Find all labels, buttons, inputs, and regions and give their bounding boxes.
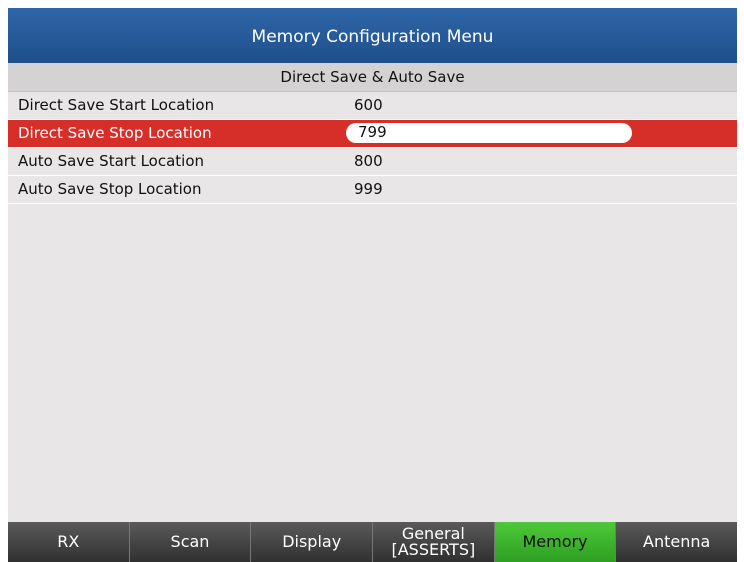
tab-memory[interactable]: Memory [494, 522, 617, 562]
setting-label: Direct Save Start Location [18, 96, 215, 114]
settings-list: Direct Save Start Location 600 Direct Sa… [8, 92, 737, 204]
setting-value: 800 [354, 152, 383, 170]
tab-scan[interactable]: Scan [129, 522, 252, 562]
tab-antenna[interactable]: Antenna [616, 522, 737, 562]
setting-value-input[interactable]: 799 [346, 123, 632, 143]
setting-row-auto-save-start[interactable]: Auto Save Start Location 800 [8, 148, 737, 176]
setting-row-direct-save-start[interactable]: Direct Save Start Location 600 [8, 92, 737, 120]
tab-general-labels: General [ASSERTS] [391, 526, 475, 558]
setting-row-auto-save-stop[interactable]: Auto Save Stop Location 999 [8, 176, 737, 204]
tab-rx[interactable]: RX [8, 522, 130, 562]
setting-label: Auto Save Stop Location [18, 180, 202, 198]
setting-label: Auto Save Start Location [18, 152, 205, 170]
section-header: Direct Save & Auto Save [8, 63, 737, 92]
tab-bar: RX Scan Display General [ASSERTS] Memory… [8, 522, 737, 562]
setting-value: 600 [354, 96, 383, 114]
memory-config-screen: Memory Configuration Menu Direct Save & … [8, 8, 737, 562]
setting-label: Direct Save Stop Location [18, 124, 212, 142]
setting-value: 999 [354, 180, 383, 198]
setting-row-direct-save-stop[interactable]: Direct Save Stop Location 799 [8, 120, 737, 148]
tab-display[interactable]: Display [251, 522, 374, 562]
tab-general[interactable]: General [ASSERTS] [373, 522, 495, 562]
tab-general-sublabel: [ASSERTS] [391, 540, 476, 559]
window-title: Memory Configuration Menu [8, 8, 737, 63]
